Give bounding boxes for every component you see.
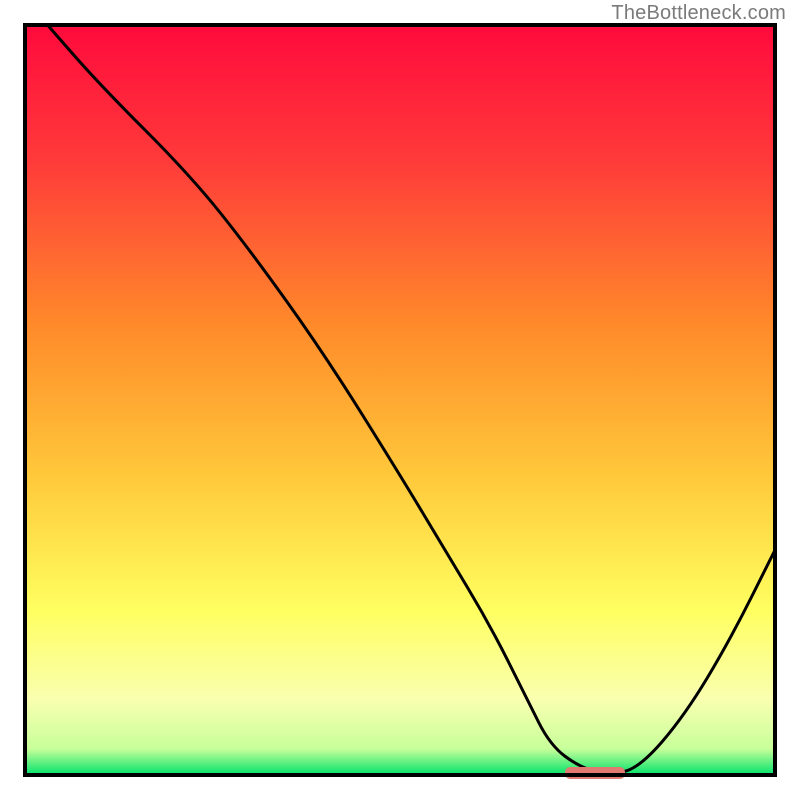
plot-background	[25, 25, 775, 775]
chart-container: TheBottleneck.com	[0, 0, 800, 800]
bottleneck-chart	[0, 0, 800, 800]
watermark-text: TheBottleneck.com	[611, 2, 786, 25]
